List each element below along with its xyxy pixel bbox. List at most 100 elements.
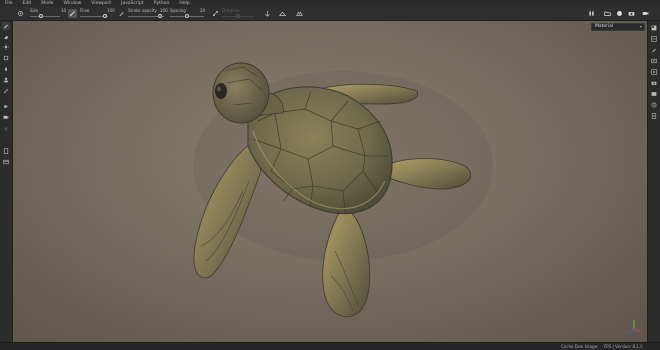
menu-file[interactable]: File [0, 0, 18, 7]
layer-icon [3, 148, 9, 154]
flow-toggle-button[interactable] [68, 9, 77, 18]
lazy-mouse-icon [213, 11, 218, 16]
stroke-opacity-label: Stroke opacity [128, 8, 157, 13]
stroke-opacity-knob[interactable] [158, 14, 163, 18]
flow-value[interactable]: 100 [107, 8, 115, 13]
log-icon [651, 113, 657, 119]
distance-label: Distance [222, 8, 240, 13]
menu-javascript[interactable]: JavaScript [116, 0, 149, 7]
menu-help[interactable]: Help [174, 0, 194, 7]
turtle-model [193, 62, 493, 317]
tool-fill[interactable] [2, 102, 10, 110]
3d-viewport[interactable]: Material ▾ [13, 21, 647, 342]
tool-geometry-decal[interactable] [2, 54, 10, 62]
lazy-mouse-button[interactable] [211, 9, 220, 18]
size-value[interactable]: 10 [61, 8, 66, 13]
flow-slider[interactable]: Flow 100 [80, 8, 115, 20]
tool-layer[interactable] [2, 147, 10, 155]
size-knob[interactable] [38, 14, 43, 18]
video-icon [642, 12, 649, 15]
shelf-button[interactable] [650, 57, 658, 65]
clone-icon [4, 77, 8, 83]
tool-color-picker[interactable] [2, 87, 10, 95]
color-picker-icon [3, 88, 9, 94]
fill-icon [4, 105, 8, 108]
tool-smudge[interactable] [2, 65, 10, 73]
folder-button[interactable] [603, 9, 612, 18]
distance-slider: Distance [222, 8, 258, 20]
flow-knob[interactable] [103, 14, 108, 18]
stroke-opacity-slider[interactable]: Stroke opacity 100 [128, 8, 168, 20]
symmetry-button[interactable] [278, 9, 287, 18]
menu-mode[interactable]: Mode [36, 0, 58, 7]
flow-pen-button[interactable] [117, 9, 126, 18]
iray-button[interactable] [615, 9, 624, 18]
spacing-slider[interactable]: Spacing 20 [170, 8, 206, 20]
spacing-value[interactable]: 20 [200, 8, 205, 13]
brush-preset-icon [18, 11, 23, 16]
settings-icon [3, 159, 9, 165]
turtle-eye [215, 83, 227, 99]
size-label: Size [30, 8, 39, 13]
shelf-icon [651, 58, 657, 64]
lock-icon [4, 127, 8, 131]
layers-button[interactable] [650, 35, 658, 43]
tool-clone[interactable] [2, 76, 10, 84]
menu-edit[interactable]: Edit [18, 0, 37, 7]
bake-icon [3, 115, 9, 119]
tool-projection[interactable] [2, 43, 10, 51]
paint-brush-icon [4, 24, 8, 29]
menu-bar: File Edit Mode Window Viewport JavaScrip… [0, 0, 660, 7]
display-settings-button[interactable] [650, 68, 658, 76]
tool-settings[interactable] [2, 158, 10, 166]
spacing-label: Spacing [170, 8, 186, 13]
texture-set-list-icon [651, 25, 657, 31]
size-slider[interactable]: Size 10 [30, 8, 66, 20]
alignment-icon [265, 10, 270, 17]
folder-icon [604, 11, 611, 16]
symmetry-icon [279, 11, 286, 16]
alignment-button[interactable] [263, 9, 272, 18]
menu-window[interactable]: Window [59, 0, 87, 7]
spacing-knob[interactable] [185, 14, 189, 18]
menu-viewport[interactable]: Viewport [86, 0, 116, 7]
eraser-icon [4, 35, 9, 40]
camera-settings-button[interactable] [650, 79, 658, 87]
tool-eraser[interactable] [2, 33, 10, 41]
pen-icon [119, 12, 124, 17]
pause-button[interactable] [587, 9, 596, 18]
render-icon [651, 92, 657, 96]
texture-set-list-button[interactable] [650, 24, 658, 32]
layers-icon [651, 36, 657, 42]
history-icon [651, 102, 657, 108]
render-settings-button[interactable] [650, 90, 658, 98]
pressure-icon [70, 11, 75, 16]
smudge-icon [4, 66, 8, 72]
screenshot-button[interactable] [627, 9, 636, 18]
geometry-decal-icon [3, 55, 9, 61]
camera-icon [651, 81, 657, 85]
tool-disabled [2, 124, 10, 132]
tool-properties-bar: Size 10 Flow 100 Stroke opacity 100 Spac… [0, 7, 660, 21]
render-button[interactable] [641, 9, 650, 18]
stroke-opacity-value[interactable]: 100 [160, 8, 168, 13]
right-panel-shelf [647, 21, 660, 342]
history-button[interactable] [650, 101, 658, 109]
pause-icon [589, 11, 594, 16]
brush-preset-button[interactable] [16, 9, 25, 18]
tool-paint[interactable] [2, 22, 10, 30]
display-settings-icon [651, 69, 657, 75]
mirror-icon [296, 11, 303, 16]
axis-gizmo[interactable] [624, 317, 644, 337]
mirror-button[interactable] [295, 9, 304, 18]
properties-icon [652, 48, 656, 53]
properties-button[interactable] [650, 46, 658, 54]
distance-knob [236, 14, 240, 18]
projection-icon [3, 44, 9, 50]
menu-python[interactable]: Python [149, 0, 175, 7]
log-button[interactable] [650, 112, 658, 120]
sphere-icon [617, 11, 622, 16]
tool-bake[interactable] [2, 113, 10, 121]
camera-icon [628, 12, 635, 16]
size-track[interactable] [30, 16, 60, 17]
